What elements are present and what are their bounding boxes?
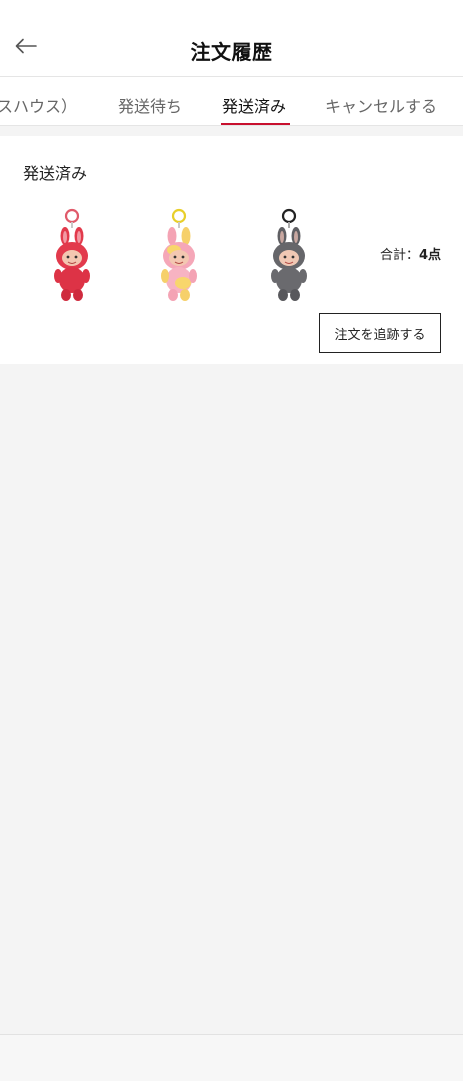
order-status-tabs: スハウス） 発送待ち 発送済み キャンセルする xyxy=(0,77,463,126)
tab-shipped[interactable]: 発送済み xyxy=(222,93,286,117)
app-header: 注文履歴 xyxy=(0,0,463,77)
tab-partial[interactable]: スハウス） xyxy=(0,93,77,117)
order-total-count: 4点 xyxy=(418,248,441,263)
order-status-label: 発送済み xyxy=(23,164,88,183)
tab-awaiting-shipment[interactable]: 発送待ち xyxy=(118,93,182,117)
product-image-red-plush[interactable] xyxy=(40,208,104,304)
page-title: 注文履歴 xyxy=(190,40,273,64)
product-image-pink-plush[interactable] xyxy=(147,208,211,304)
bottom-bar xyxy=(0,1034,463,1081)
active-tab-indicator xyxy=(221,123,290,125)
track-order-button[interactable]: 注文を追跡する xyxy=(319,313,441,353)
tab-cancelled[interactable]: キャンセルする xyxy=(325,93,437,117)
order-total-prefix: 合計： xyxy=(379,248,419,263)
order-card[interactable]: 発送済み 合計：4点 注文を追跡する xyxy=(0,136,463,364)
section-gap xyxy=(0,126,463,136)
order-total: 合計：4点 xyxy=(380,244,441,263)
product-image-gray-plush[interactable] xyxy=(257,208,321,304)
